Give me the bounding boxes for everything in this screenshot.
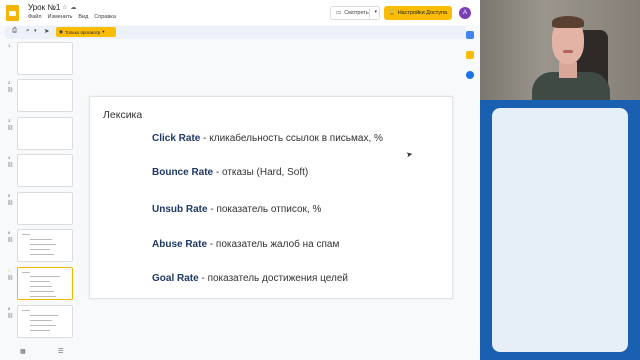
- filmstrip-slide-3[interactable]: 3 ⛓: [0, 117, 78, 153]
- bullet-desc: - показатель достижения целей: [198, 273, 348, 284]
- current-slide: Лексика Click Rate - кликабельность ссыл…: [89, 96, 453, 299]
- blue-side-panel: [480, 100, 640, 360]
- slide-number: 8: [8, 306, 11, 311]
- link-icon: ⛓: [7, 313, 14, 319]
- bullet-desc: - отказы (Hard, Soft): [213, 167, 309, 178]
- side-apps-bar: [466, 26, 480, 360]
- slide-number: 4: [8, 155, 11, 160]
- slide-thumbnail[interactable]: [17, 192, 73, 225]
- cloud-icon: ☁: [70, 5, 80, 11]
- filmstrip-slide-6[interactable]: 6 ⛓: [0, 229, 78, 265]
- presentation-app: Урок №1 ☆☁ Файл Изменить Вид Справка ▭ С…: [0, 0, 480, 360]
- empty-card: [492, 108, 628, 352]
- filmstrip-slide-4[interactable]: 4 ⛓: [0, 154, 78, 190]
- slide-number: 2: [8, 80, 11, 85]
- slide-title: Лексика: [103, 109, 143, 121]
- slide-number: 6: [8, 230, 11, 235]
- filmstrip-slide-7[interactable]: 7 ⛓: [0, 267, 78, 303]
- slide-bullet: Goal Rate - показатель достижения целей: [152, 273, 348, 284]
- menu-edit[interactable]: Изменить: [48, 14, 73, 20]
- present-icon: ▭: [336, 10, 342, 16]
- filmstrip-footer: ▦ ☰: [0, 343, 78, 360]
- filmstrip-slide-5[interactable]: 5 ⛓: [0, 192, 78, 228]
- grid-view-icon[interactable]: ▦: [20, 348, 26, 355]
- print-icon[interactable]: ⎙: [12, 27, 17, 35]
- view-only-badge[interactable]: ◉ Только просмотр ▾: [56, 27, 116, 37]
- bullet-term: Bounce Rate: [152, 167, 214, 178]
- slide-thumbnail[interactable]: [17, 79, 73, 112]
- link-icon: ⛓: [7, 125, 14, 131]
- slide-number: 1: [8, 43, 11, 48]
- filmstrip-slide-2[interactable]: 2 ⛓: [0, 79, 78, 115]
- docs-logo[interactable]: [6, 5, 19, 21]
- menu-view[interactable]: Вид: [78, 14, 88, 20]
- menu-help[interactable]: Справка: [94, 14, 116, 20]
- keep-icon[interactable]: [466, 51, 474, 59]
- filmstrip-slide-8[interactable]: 8 ⛓: [0, 305, 78, 341]
- menu-file[interactable]: Файл: [28, 14, 42, 20]
- bullet-term: Click Rate: [152, 133, 201, 144]
- view-only-label: Только просмотр: [64, 29, 101, 35]
- mouse-cursor-icon: ➤: [405, 149, 414, 160]
- watch-button[interactable]: ▭ Смотреть ▾: [330, 6, 380, 20]
- tasks-icon[interactable]: [466, 71, 474, 79]
- title-icons: ☆☁: [62, 4, 79, 11]
- menu-bar: Файл Изменить Вид Справка: [28, 14, 116, 20]
- link-icon: ⛓: [7, 237, 14, 243]
- watch-label: Смотреть: [344, 10, 369, 16]
- bullet-term: Unsub Rate: [152, 204, 208, 215]
- slide-filmstrip: 1 2 ⛓ 3 ⛓ 4 ⛓ 5 ⛓ 6 ⛓ 7 ⛓ 8 ⛓ ▦ ☰: [0, 40, 78, 360]
- bullet-desc: - кликабельность ссылок в письмах, %: [200, 133, 383, 144]
- slide-bullet: Abuse Rate - показатель жалоб на спам: [152, 239, 339, 250]
- slide-thumbnail[interactable]: [17, 305, 73, 338]
- eye-icon: ◉: [59, 29, 63, 34]
- zoom-icon[interactable]: ⌕: [26, 27, 30, 35]
- link-icon: ⛓: [7, 162, 14, 168]
- share-label: Настройки Доступа: [397, 10, 448, 16]
- webcam-video: [480, 0, 640, 100]
- bullet-term: Goal Rate: [152, 273, 199, 284]
- slide-thumbnail[interactable]: [17, 117, 73, 150]
- list-view-icon[interactable]: ☰: [58, 348, 63, 355]
- presenter-mouth: [563, 50, 573, 53]
- slide-bullet: Bounce Rate - отказы (Hard, Soft): [152, 167, 308, 178]
- top-bar: Урок №1 ☆☁ Файл Изменить Вид Справка ▭ С…: [0, 0, 480, 25]
- link-icon: ⛓: [7, 200, 14, 206]
- slide-thumbnail[interactable]: [17, 42, 73, 75]
- zoom-chevron-icon[interactable]: ▾: [34, 28, 37, 34]
- slide-number: 3: [8, 118, 11, 123]
- link-icon: ⛓: [7, 87, 14, 93]
- avatar[interactable]: A: [459, 7, 471, 19]
- document-title[interactable]: Урок №1: [28, 3, 60, 12]
- share-icon: 🔒: [388, 10, 396, 16]
- bullet-term: Abuse Rate: [152, 239, 208, 250]
- share-button[interactable]: 🔒 Настройки Доступа: [384, 6, 452, 20]
- link-icon: ⛓: [7, 275, 14, 281]
- chevron-down-icon: ▾: [102, 29, 105, 34]
- toolbar: ⎙ ⌕ ▾ ➤ ◉ Только просмотр ▾ ⌃: [4, 26, 476, 39]
- cursor-icon[interactable]: ➤: [44, 27, 49, 35]
- slide-number: 5: [8, 193, 11, 198]
- slide-thumbnail[interactable]: [17, 229, 73, 262]
- slide-bullet: Unsub Rate - показатель отписок, %: [152, 204, 321, 215]
- bullet-desc: - показатель отписок, %: [207, 204, 322, 215]
- presenter-hair: [552, 16, 584, 28]
- filmstrip-slide-1[interactable]: 1: [0, 42, 78, 78]
- presenter-neck: [559, 62, 577, 78]
- calendar-icon[interactable]: [466, 31, 474, 39]
- chevron-down-icon[interactable]: ▾: [374, 9, 377, 15]
- bullet-desc: - показатель жалоб на спам: [207, 239, 340, 250]
- slide-number: 7: [8, 268, 11, 273]
- slide-thumbnail-selected[interactable]: [17, 267, 73, 300]
- slide-bullet: Click Rate - кликабельность ссылок в пис…: [152, 133, 383, 144]
- slide-thumbnail[interactable]: [17, 154, 73, 187]
